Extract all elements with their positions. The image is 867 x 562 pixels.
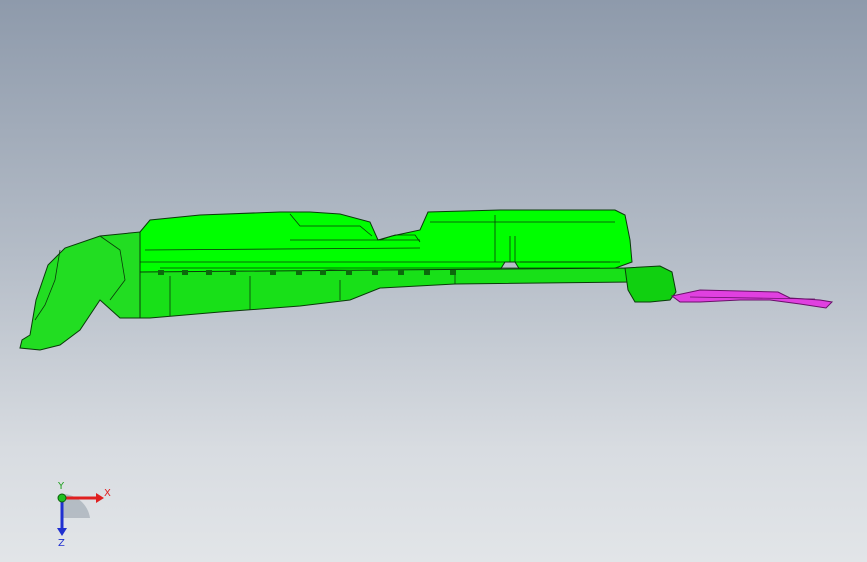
- part-lower-body: [139, 267, 633, 319]
- z-axis-label: Z: [58, 538, 65, 549]
- part-left-ramp: [19, 231, 143, 351]
- part-upper-left-block: [139, 209, 633, 273]
- green-part[interactable]: [19, 209, 677, 351]
- x-axis-label: X: [104, 488, 111, 499]
- y-axis-label: Y: [57, 481, 65, 492]
- z-axis-head: [57, 528, 67, 536]
- magenta-part[interactable]: [670, 289, 834, 309]
- orientation-triad: X Y Z: [57, 481, 111, 549]
- 3d-viewport[interactable]: [0, 0, 867, 562]
- y-axis-dot: [57, 493, 67, 503]
- part-right-tab: [624, 265, 677, 303]
- x-axis-head: [96, 493, 104, 503]
